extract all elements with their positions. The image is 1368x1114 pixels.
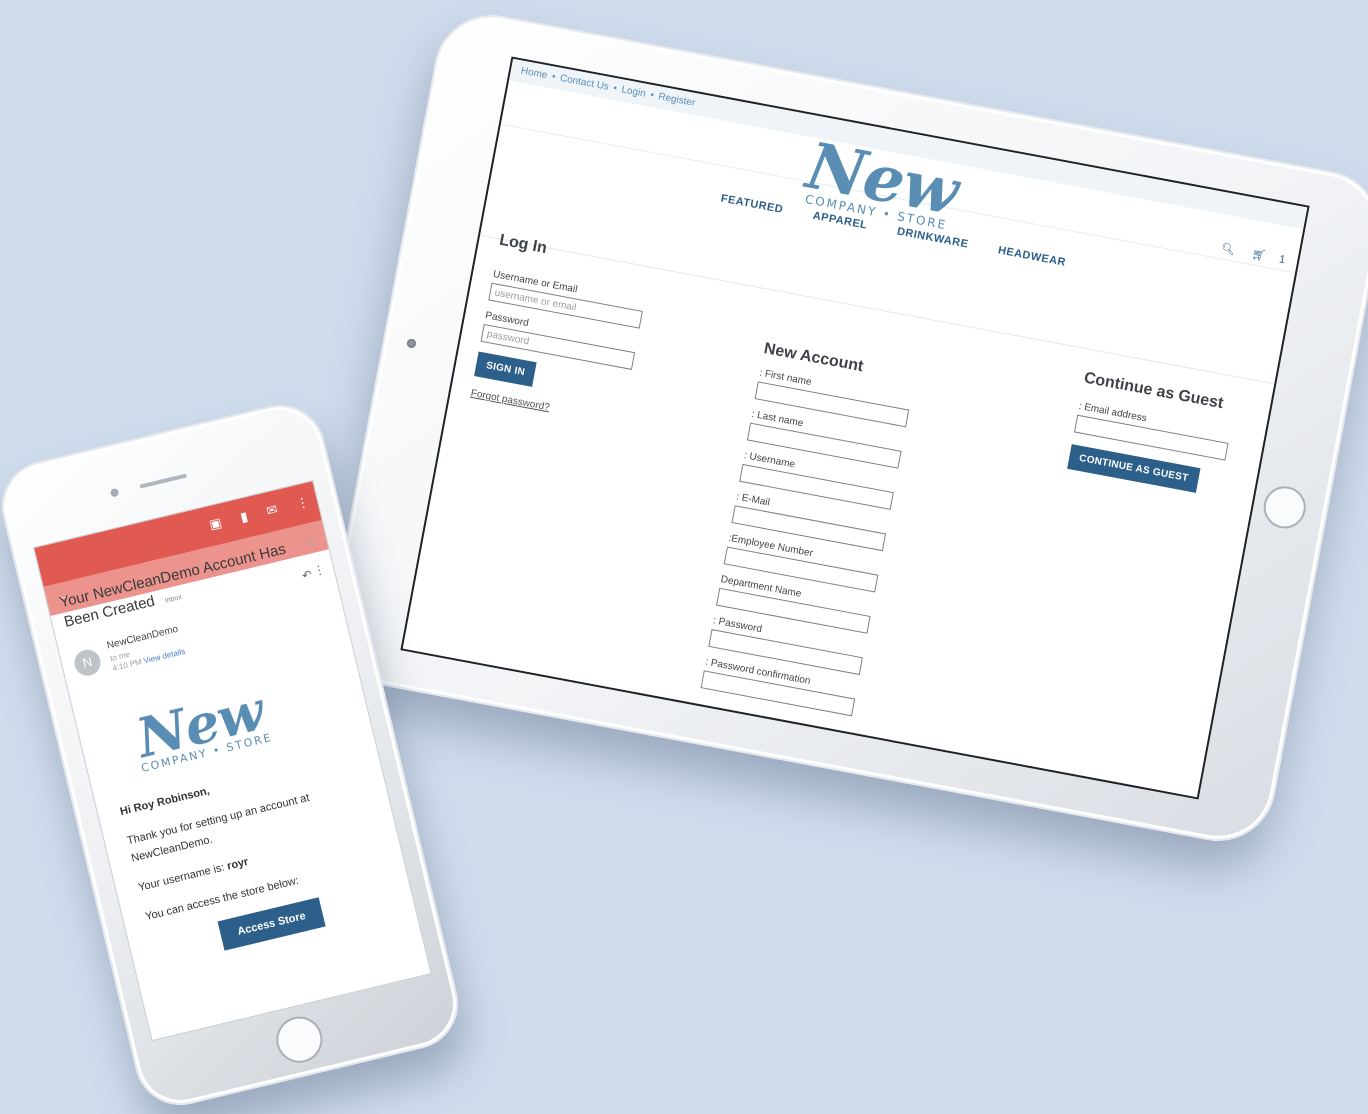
- more-icon[interactable]: ⋮: [311, 559, 327, 581]
- continue-as-guest-button[interactable]: CONTINUE AS GUEST: [1067, 444, 1201, 493]
- nav-featured[interactable]: FEATURED: [720, 193, 784, 216]
- cart-count: 1: [1278, 253, 1287, 267]
- phone-home-button[interactable]: [271, 1011, 328, 1068]
- guest-section: Continue as Guest : Email address CONTIN…: [1067, 369, 1263, 501]
- forgot-password-link[interactable]: Forgot password?: [470, 388, 649, 432]
- header-icons: 🔍︎ 🛒︎ 1: [1206, 239, 1286, 266]
- tablet-home-button[interactable]: [1260, 482, 1310, 532]
- new-account-section: New Account : First name : Last name : U…: [700, 340, 963, 725]
- avatar: N: [71, 647, 104, 679]
- phone-camera: [109, 487, 120, 498]
- phone-speaker: [139, 473, 187, 489]
- cart-icon[interactable]: 🛒︎ 1: [1251, 248, 1287, 266]
- separator: •: [550, 71, 557, 83]
- link-login[interactable]: Login: [621, 84, 647, 99]
- separator: •: [649, 89, 655, 102]
- link-register[interactable]: Register: [657, 91, 696, 109]
- mail-icon[interactable]: ✉: [265, 501, 279, 518]
- tablet-camera: [406, 338, 417, 349]
- archive-icon[interactable]: ▣: [208, 515, 223, 532]
- sign-in-button[interactable]: SIGN IN: [474, 351, 537, 387]
- search-icon[interactable]: 🔍︎: [1220, 242, 1236, 256]
- username-value: royr: [225, 855, 250, 873]
- link-home[interactable]: Home: [520, 66, 548, 82]
- store-login-page: Home • Contact Us • Login • Register New…: [400, 56, 1310, 800]
- link-contact[interactable]: Contact Us: [559, 73, 610, 93]
- star-icon[interactable]: ☆: [302, 530, 319, 552]
- tablet-device: Home • Contact Us • Login • Register New…: [320, 5, 1368, 851]
- more-icon[interactable]: ⋮: [295, 494, 311, 512]
- trash-icon[interactable]: ▮: [239, 509, 249, 525]
- separator: •: [612, 82, 618, 95]
- login-section: Log In Username or Email username or ema…: [470, 232, 678, 432]
- inbox-badge[interactable]: Inbox: [164, 594, 182, 605]
- username-prefix: Your username is:: [137, 861, 226, 894]
- nav-headwear[interactable]: HEADWEAR: [997, 244, 1067, 268]
